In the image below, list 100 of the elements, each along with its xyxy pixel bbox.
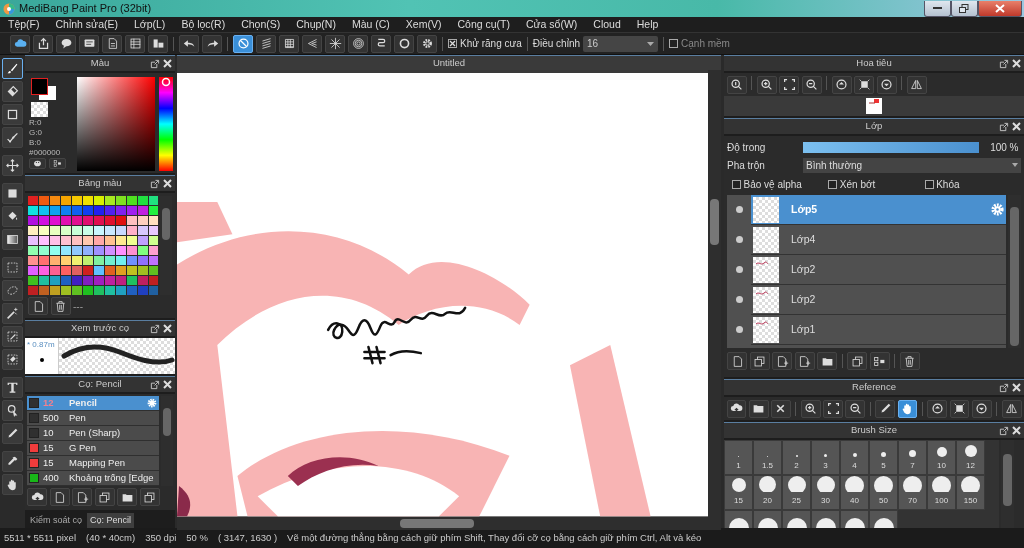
brush-size: 15 — [43, 440, 55, 455]
color-value: R:0 — [29, 117, 43, 127]
option-label: Bảo vệ alpha — [743, 177, 802, 192]
menu-item[interactable]: Màu (C) — [343, 16, 398, 33]
menu-item[interactable]: Lớp(L) — [125, 16, 174, 33]
size-label: 4 — [852, 460, 857, 472]
layer-name: Lớp1 — [791, 321, 816, 337]
panel-title: Brush Size — [851, 423, 897, 438]
brush-size-option[interactable]: 25 — [782, 475, 811, 510]
brush-name: Pen (Sharp) — [69, 425, 121, 440]
size-label: 100 — [934, 495, 949, 507]
brush-name: Mapping Pen — [69, 455, 125, 470]
antialias-label: Khử răng cưa — [460, 37, 522, 51]
brush-name: G Pen — [69, 440, 96, 455]
menu-item[interactable]: Help — [628, 16, 667, 33]
menu-item[interactable]: Bộ lọc(R) — [173, 16, 234, 33]
color-value: #000000 — [29, 147, 62, 157]
brush-size-option[interactable]: 3 — [811, 440, 840, 475]
brush-size: 400 — [43, 470, 60, 485]
window-title: MediBang Paint Pro (32bit) — [18, 1, 152, 17]
menu-item[interactable]: Cloud — [585, 16, 629, 33]
layer-name: Lớp2 — [791, 261, 816, 277]
size-label: 70 — [908, 495, 917, 507]
color-value: G:0 — [29, 127, 43, 137]
brush-size-option[interactable]: 150 — [956, 475, 985, 510]
size-label: 25 — [792, 495, 801, 507]
panel-title: Lớp — [865, 119, 883, 134]
size-label: 30 — [821, 495, 830, 507]
brush-size-option[interactable]: 5 — [869, 440, 898, 475]
layer-row[interactable]: Lớp2 — [727, 285, 1006, 315]
brush-size: 10 — [43, 425, 55, 440]
brush-size-option[interactable]: 12 — [956, 440, 985, 475]
menu-item[interactable]: Tệp(F) — [0, 16, 48, 33]
blend-dropdown[interactable]: Bình thường — [803, 157, 1021, 173]
size-label: 1 — [736, 460, 741, 472]
status-text: Vẽ một đường thẳng bằng cách giữ phím Shift, Thay đổi cỡ cọ bằng cách giữ phím Ctrl, Alt và kéo — [287, 530, 702, 545]
brush-size-option[interactable]: 100 — [927, 475, 956, 510]
brush-name: Pen — [69, 410, 86, 425]
panel-title: Màu — [90, 56, 110, 71]
menu-item[interactable]: Chỉnh sửa(E) — [47, 16, 126, 33]
brush-size-option[interactable]: 40 — [840, 475, 869, 510]
brush-item[interactable]: 15 G Pen — [27, 441, 159, 456]
size-label: 40 — [850, 495, 859, 507]
brush-size: 500 — [43, 410, 60, 425]
opacity-label: Độ trong — [727, 141, 767, 155]
brush-item[interactable]: 400 Khoảng trống [Edge — [27, 471, 159, 486]
menu-item[interactable]: Chọn(S) — [233, 16, 289, 33]
palette-name: --- — [73, 299, 83, 314]
brush-size: 12 — [43, 396, 55, 410]
size-label: 2 — [794, 460, 799, 472]
brush-item[interactable]: 10 Pen (Sharp) — [27, 426, 159, 441]
brush-size-option[interactable]: 15 — [724, 475, 753, 510]
blend-value: Bình thường — [806, 158, 863, 173]
menu-item[interactable]: Cửa sổ(W) — [517, 16, 586, 33]
layer-name: Lớp4 — [791, 231, 816, 247]
layer-row[interactable]: Lớp4 — [727, 225, 1006, 255]
brush-item[interactable]: 500 Pen — [27, 411, 159, 426]
brush-size-label: * 0.87m — [27, 339, 55, 351]
size-label: 150 — [963, 495, 978, 507]
status-text: 5511 * 5511 pixel — [4, 530, 76, 545]
size-label: 50 — [879, 495, 888, 507]
panel-title: Hoa tiêu — [856, 56, 892, 71]
size-label: 20 — [763, 495, 772, 507]
brush-size-option[interactable]: 70 — [898, 475, 927, 510]
brush-size-option[interactable]: 30 — [811, 475, 840, 510]
menu-item[interactable]: Chụp(N) — [288, 16, 344, 33]
brush-size-option[interactable]: 2 — [782, 440, 811, 475]
panel-tab[interactable]: Cọ: Pencil — [87, 512, 135, 528]
brush-size-option[interactable]: 1 — [724, 440, 753, 475]
brush-size-option[interactable]: 20 — [753, 475, 782, 510]
brush-name: Khoảng trống [Edge — [69, 470, 154, 485]
size-label: 3 — [823, 460, 828, 472]
size-label: 15 — [734, 495, 743, 507]
soft-edge-label: Cạnh mềm — [681, 37, 730, 51]
color-value: B:0 — [29, 137, 42, 147]
layer-name: Lớp5 — [791, 201, 818, 217]
panel-title: Cọ: Pencil — [78, 377, 122, 392]
brush-size-option[interactable]: 10 — [927, 440, 956, 475]
layer-row[interactable]: Lớp2 — [727, 255, 1006, 285]
layer-row[interactable]: Lớp1 — [727, 315, 1006, 345]
menu-item[interactable]: Xem(V) — [397, 16, 450, 33]
menu-item[interactable]: Công cụ(T) — [449, 16, 518, 33]
document-tab[interactable]: Untitled — [432, 56, 466, 71]
adjust-value: 16 — [587, 37, 599, 51]
option-label: Khóa — [936, 177, 960, 192]
brush-item[interactable]: 15 Mapping Pen — [27, 456, 159, 471]
panel-title: Bảng màu — [78, 176, 122, 191]
adjust-dropdown[interactable]: 16 — [583, 35, 659, 52]
size-label: 1.5 — [761, 460, 774, 472]
blend-label: Pha trộn — [727, 158, 766, 173]
brush-size-option[interactable]: 4 — [840, 440, 869, 475]
layer-row[interactable]: Lớp5 — [727, 195, 1006, 225]
brush-size-option[interactable]: 7 — [898, 440, 927, 475]
brush-size-option[interactable]: 1.5 — [753, 440, 782, 475]
layer-name: Lớp2 — [791, 291, 816, 307]
size-label: 7 — [910, 460, 915, 472]
brush-size-option[interactable]: 50 — [869, 475, 898, 510]
status-text: 50 % — [186, 530, 208, 545]
size-label: 10 — [937, 460, 946, 472]
brush-size: 15 — [43, 455, 55, 470]
